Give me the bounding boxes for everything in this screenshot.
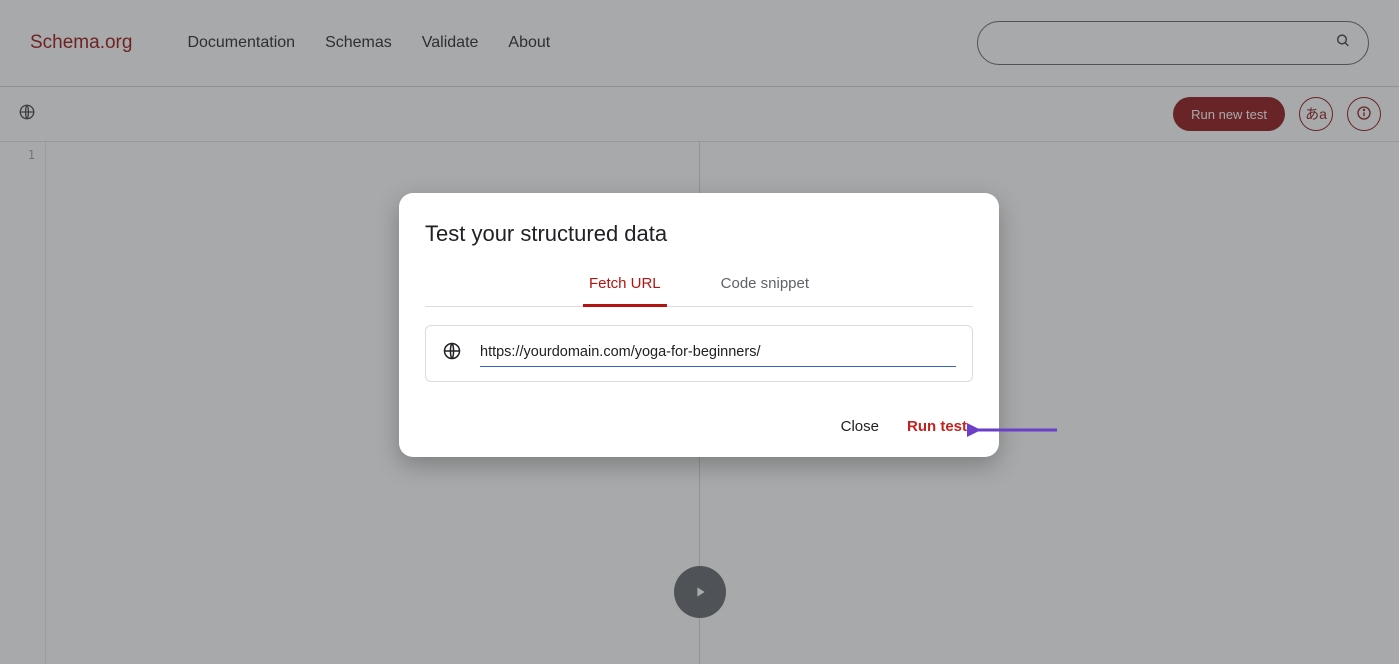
globe-icon xyxy=(442,341,462,366)
test-modal: Test your structured data Fetch URL Code… xyxy=(399,193,999,457)
run-test-button[interactable]: Run test xyxy=(907,418,967,435)
url-input[interactable] xyxy=(480,340,956,367)
modal-title: Test your structured data xyxy=(425,221,973,247)
close-button[interactable]: Close xyxy=(841,418,879,435)
url-input-box xyxy=(425,325,973,382)
tab-fetch-url[interactable]: Fetch URL xyxy=(583,275,667,307)
modal-actions: Close Run test xyxy=(425,418,973,435)
tab-code-snippet[interactable]: Code snippet xyxy=(715,275,815,307)
modal-tabs: Fetch URL Code snippet xyxy=(425,275,973,307)
